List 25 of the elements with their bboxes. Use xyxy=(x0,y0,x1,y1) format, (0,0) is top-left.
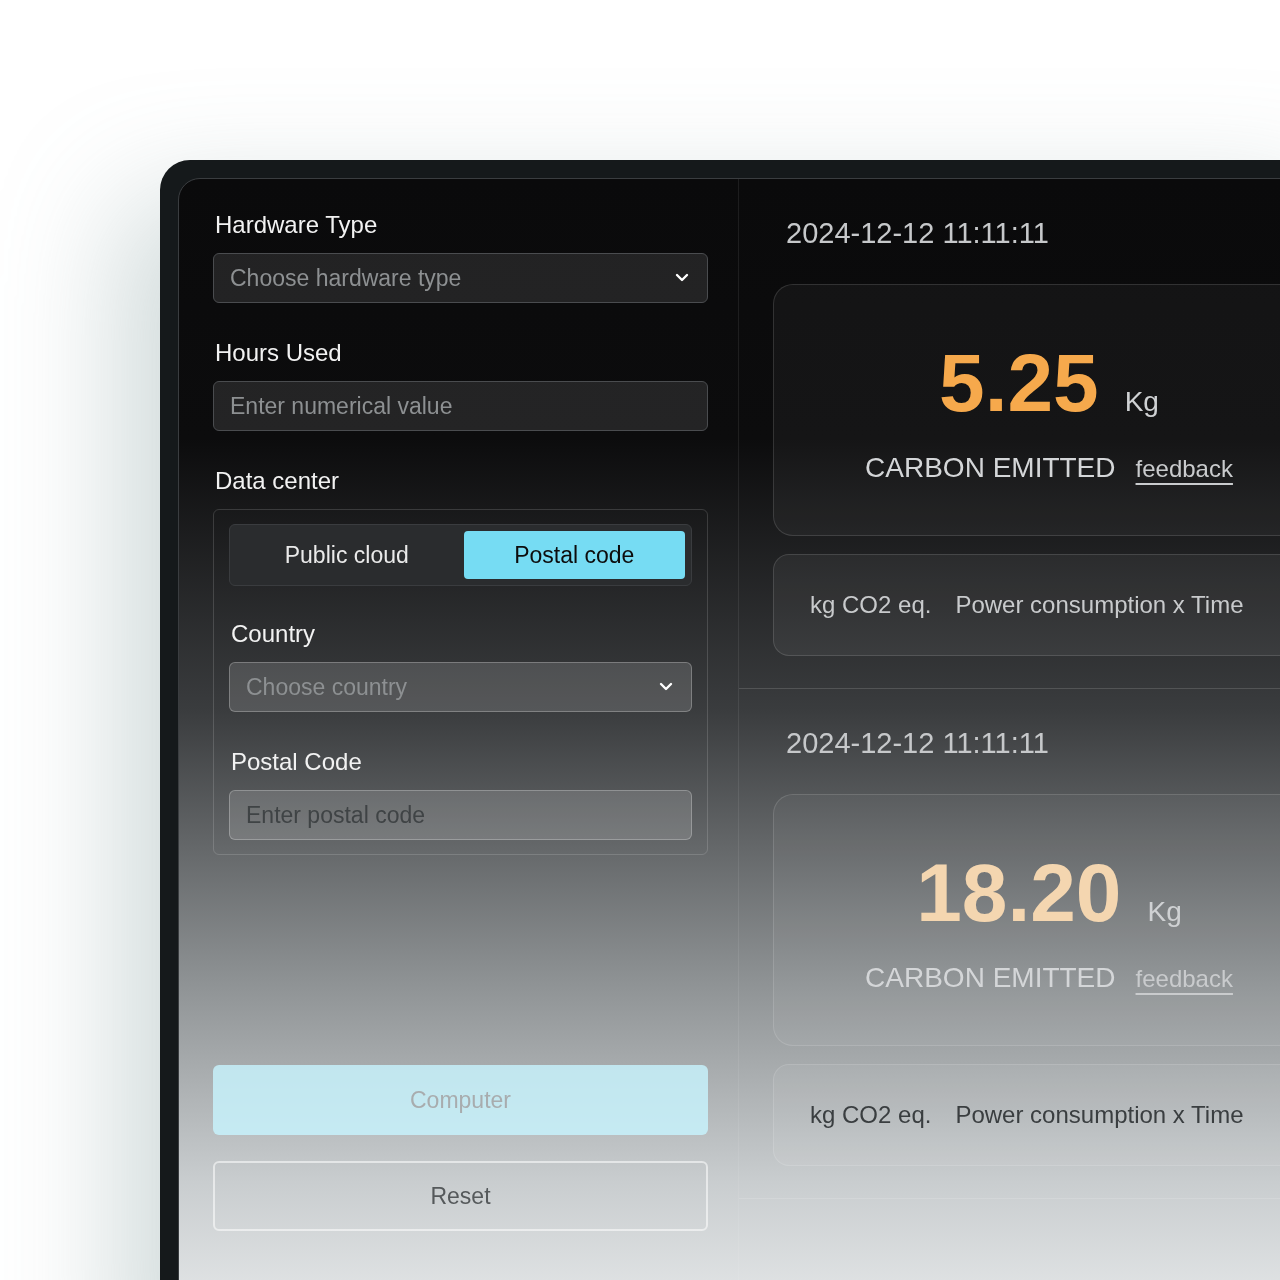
formula-text: Power consumption x Time xyxy=(955,591,1244,619)
field-label: Hours Used xyxy=(215,339,343,367)
chevron-down-icon xyxy=(659,682,673,692)
emission-value: 5.25 xyxy=(939,336,1099,430)
field-label: Data center xyxy=(215,467,341,495)
result-label: CARBON EMITTED xyxy=(865,962,1116,994)
hardware-select[interactable]: Choose hardware type xyxy=(213,253,708,303)
timestamp: 2024-12-12 11:11:11 xyxy=(786,727,1050,760)
field-label: Postal Code xyxy=(231,748,363,776)
unit-label: Kg xyxy=(1147,896,1182,928)
feedback-link[interactable]: feedback xyxy=(1135,455,1233,483)
field-label: Hardware Type xyxy=(215,211,379,239)
result-label: CARBON EMITTED xyxy=(865,452,1116,484)
unit-label: Kg xyxy=(1124,386,1159,418)
segment-tab[interactable]: Postal code xyxy=(463,531,685,579)
formula-text: Power consumption x Time xyxy=(955,1101,1244,1129)
chevron-down-icon xyxy=(675,273,689,283)
hours-input[interactable]: Enter numerical value xyxy=(213,381,708,431)
reset-button[interactable]: Reset xyxy=(213,1161,708,1231)
segment-tab[interactable]: Public cloud xyxy=(236,531,458,579)
timestamp: 2024-12-12 11:11:11 xyxy=(786,217,1050,250)
field-label: Country xyxy=(231,620,317,648)
unit-text: kg CO2 eq. xyxy=(810,591,932,619)
emission-value: 18.20 xyxy=(916,846,1122,940)
unit-text: kg CO2 eq. xyxy=(810,1101,932,1129)
